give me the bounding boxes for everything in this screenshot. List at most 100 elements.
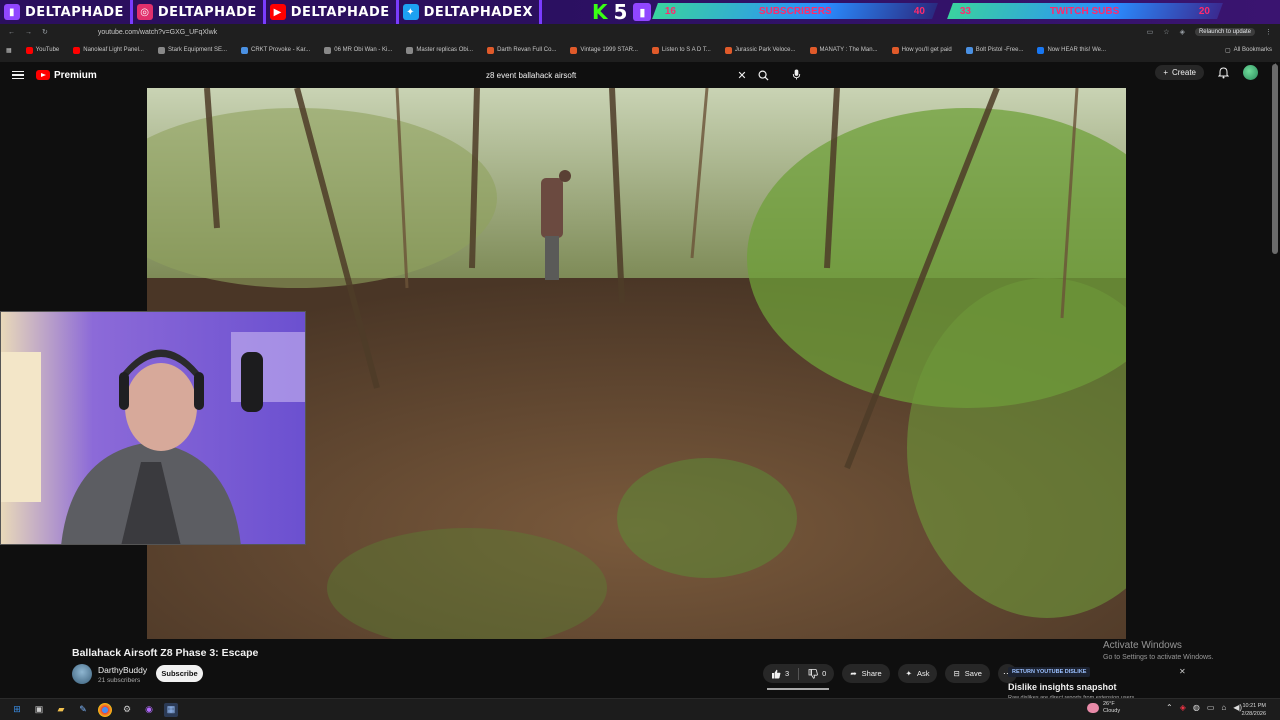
cast-icon[interactable]: ▭ <box>1147 28 1154 36</box>
thumbs-up-icon <box>772 669 781 678</box>
weather-temp: 26°F <box>1103 701 1115 707</box>
bookmark-favicon-icon <box>891 46 899 54</box>
youtube-icon: ▶ <box>269 4 286 20</box>
bookmark-item[interactable]: CRKT Provoke - Kar... <box>241 46 310 54</box>
page-scrollbar[interactable] <box>1272 64 1278 254</box>
search-box[interactable]: z8 event ballahack airsoft ✕ <box>478 65 774 85</box>
create-button[interactable]: + Create <box>1155 65 1204 80</box>
clear-search-icon[interactable]: ✕ <box>732 69 752 82</box>
subscribe-button[interactable]: Subscribe <box>156 665 203 682</box>
bookmark-item[interactable]: Darth Revan Full Co... <box>487 46 556 54</box>
bookmark-icon: ⊟ <box>953 669 960 678</box>
subscriber-label: SUBSCRIBERS <box>758 5 832 17</box>
rytd-tag: RETURN YOUTUBE DISLIKE <box>1008 667 1091 677</box>
bookmark-item[interactable]: Vintage 1999 STAR... <box>570 46 638 54</box>
weather-text: 26°F Cloudy <box>1103 701 1120 715</box>
webcam-streamer-image <box>1 312 305 544</box>
bookmark-item[interactable]: Listen to S A D T... <box>651 46 711 54</box>
weather-widget[interactable]: 26°F Cloudy <box>1087 701 1120 715</box>
search-input[interactable]: z8 event ballahack airsoft <box>486 71 732 80</box>
file-explorer-icon[interactable]: ▰ <box>54 703 68 717</box>
bookmark-item[interactable]: Bolt Pistol -Free... <box>965 46 1023 54</box>
bookmark-item[interactable]: Nanoleaf Light Panel... <box>73 46 144 54</box>
active-app-icon[interactable]: ▦ <box>164 702 178 717</box>
hamburger-menu-icon[interactable] <box>12 70 24 80</box>
youtube-logo[interactable]: Premium <box>36 70 97 81</box>
apps-grid-icon[interactable]: ▦ <box>6 47 12 54</box>
tray-app-icon[interactable]: ◍ <box>1193 703 1200 712</box>
reload-icon[interactable]: ↻ <box>42 28 48 36</box>
screen: ▮ DELTAPHADE ◎ DELTAPHADE ▶ DELTAPHADE ✦… <box>0 0 1280 720</box>
bookmark-favicon-icon <box>570 46 578 54</box>
chrome-icon[interactable] <box>98 702 112 717</box>
bookmark-item[interactable]: Jurassic Park Veloce... <box>724 46 796 54</box>
menu-dots-icon[interactable]: ⋮ <box>1265 28 1272 36</box>
twitch-sub-current: 33 <box>960 5 972 17</box>
ask-button[interactable]: ✦ Ask <box>897 664 938 683</box>
taskbar-clock[interactable]: 10:21 PM 2/28/2026 <box>1242 702 1266 718</box>
overlay-handle-youtube: ▶ DELTAPHADE <box>265 0 399 24</box>
like-ratio-bar <box>767 688 829 690</box>
extensions-icon[interactable]: ◈ <box>1180 28 1185 36</box>
bookmark-item[interactable]: 06 MR Obi Wan - Ki... <box>324 46 392 54</box>
overlay-handle-label: DELTAPHADE <box>157 4 257 20</box>
close-icon[interactable]: ✕ <box>1179 667 1186 676</box>
task-view-icon[interactable]: ▣ <box>32 703 46 717</box>
settings-gear-icon[interactable]: ⚙ <box>120 703 134 717</box>
bookmark-favicon-icon <box>724 46 732 54</box>
bookmark-item[interactable]: Stark Equipment SE... <box>157 46 227 54</box>
video-title: Ballahack Airsoft Z8 Phase 3: Escape <box>72 647 259 659</box>
bookmark-item[interactable]: YouTube <box>25 46 59 54</box>
overlay-handle-instagram: ◎ DELTAPHADE <box>132 0 266 24</box>
weather-desc: Cloudy <box>1103 708 1121 714</box>
all-bookmarks-button[interactable]: ▢ All Bookmarks <box>1225 47 1280 54</box>
bookmark-item[interactable]: How you'll get paid <box>891 46 952 54</box>
like-button[interactable]: 3 <box>771 669 789 679</box>
subscriber-current: 16 <box>665 5 677 17</box>
battery-icon[interactable]: ▭ <box>1207 703 1215 712</box>
bookmark-item[interactable]: Now HEAR this! We... <box>1037 46 1106 54</box>
relaunch-button[interactable]: Relaunch to update <box>1194 28 1255 36</box>
bookmark-item[interactable]: MANATY : The Man... <box>809 46 878 54</box>
address-bar[interactable]: youtube.com/watch?v=GXG_UFqXlwk <box>98 29 217 36</box>
search-button[interactable] <box>752 70 774 81</box>
windows-start-icon[interactable]: ⊞ <box>10 703 24 717</box>
share-button[interactable]: ➦ Share <box>842 664 890 683</box>
twitch-sub-goal-bar: 33 TWITCH SUBS 20 <box>947 3 1223 19</box>
share-label: Share <box>861 669 882 678</box>
bookmark-item[interactable]: Master replicas Obi... <box>406 46 473 54</box>
system-tray: ⌃ ◈ ◍ ▭ ⌂ ◀) <box>1166 703 1242 712</box>
account-avatar[interactable] <box>1243 65 1258 80</box>
address-bar-row: ← → ↻ youtube.com/watch?v=GXG_UFqXlwk ▭ … <box>0 24 1280 40</box>
chevron-up-icon[interactable]: ⌃ <box>1166 703 1173 712</box>
ask-label: Ask <box>916 669 930 678</box>
overlay-handle-label: DELTAPHADEX <box>423 4 534 20</box>
notifications-bell-icon[interactable] <box>1218 66 1229 79</box>
streaming-app-icon[interactable]: ◉ <box>142 703 156 717</box>
dislike-button[interactable]: 0 <box>808 668 826 679</box>
like-divider <box>798 667 800 680</box>
bookmark-favicon-icon <box>406 46 414 54</box>
pen-app-icon[interactable]: ✎ <box>76 703 90 717</box>
back-icon[interactable]: ← <box>8 29 15 36</box>
kick-icon: K <box>592 0 608 24</box>
network-icon[interactable]: ⌂ <box>1221 703 1226 712</box>
bookmark-favicon-icon <box>809 46 817 54</box>
create-label: Create <box>1171 68 1196 77</box>
windows-taskbar: ⊞ ▣ ▰ ✎ ⚙ ◉ ▦ 26°F Cloudy ⌃ ◈ ◍ ▭ ⌂ ◀) 1… <box>0 698 1280 720</box>
star-icon[interactable]: ☆ <box>1163 28 1169 36</box>
bookmark-favicon-icon <box>1037 46 1045 54</box>
overlay-handle-label: DELTAPHADE <box>25 4 124 20</box>
tray-app-icon[interactable]: ◈ <box>1180 703 1186 712</box>
channel-avatar[interactable] <box>72 664 92 684</box>
channel-name[interactable]: DarthyBuddy <box>98 665 147 675</box>
youtube-brand-label: Premium <box>54 69 97 81</box>
voice-search-button[interactable] <box>788 66 804 82</box>
twitch-sub-label: TWITCH SUBS <box>1050 5 1120 17</box>
forward-icon[interactable]: → <box>25 29 32 36</box>
plus-icon: + <box>1163 68 1168 77</box>
channel-subscriber-count: 21 subscribers <box>98 677 141 684</box>
save-button[interactable]: ⊟ Save <box>945 664 990 683</box>
bookmark-favicon-icon <box>25 46 33 54</box>
clock-time: 10:21 PM <box>1242 703 1266 709</box>
